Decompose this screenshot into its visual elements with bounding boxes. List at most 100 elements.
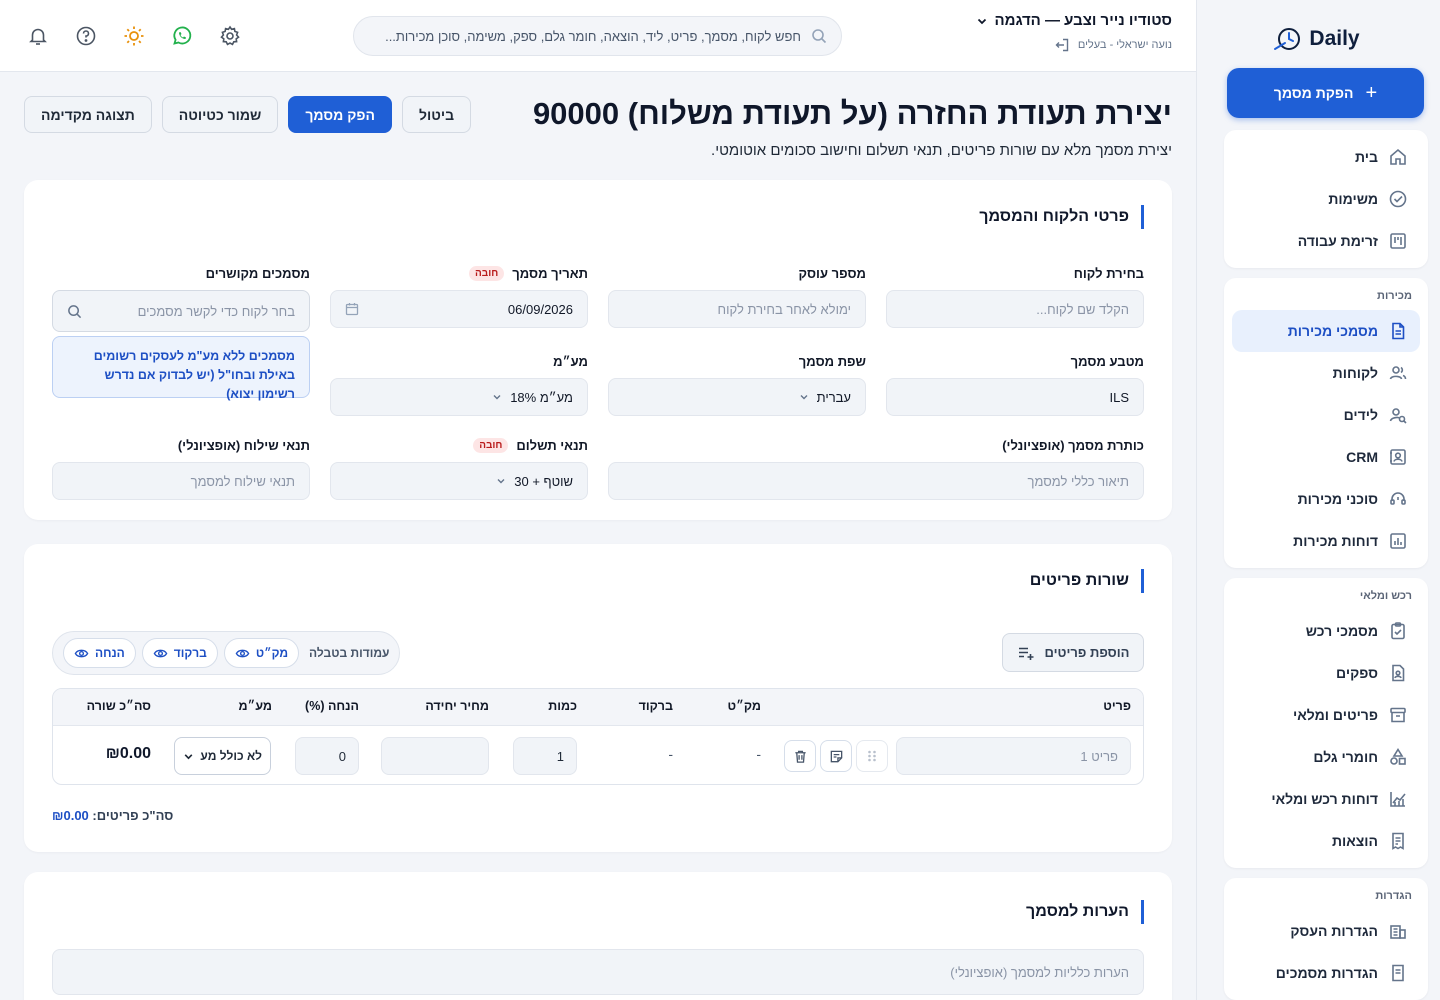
sidebar-item-label: CRM [1346, 449, 1378, 465]
toggle-discount-column[interactable]: הנחה [63, 638, 136, 668]
drag-handle[interactable] [856, 740, 888, 772]
customer-select[interactable]: הקלד שם לקוח... [886, 290, 1144, 328]
sidebar-item-purchase-docs[interactable]: מסמכי רכש [1232, 610, 1420, 652]
field-label: בחירת לקוח [1073, 265, 1144, 281]
col-line-total: סה״כ שורה [86, 699, 151, 713]
logo[interactable]: Daily [1209, 0, 1424, 68]
payment-terms-select[interactable]: שוטף + 30 [330, 462, 588, 500]
user-role-label: נועה ישראלי - בעלים [1077, 39, 1172, 51]
field-label: כותרת מסמך (אופציונלי) [1002, 437, 1144, 453]
discount-input[interactable]: 0 [295, 737, 359, 775]
sidebar-item-purchase-reports[interactable]: דוחות רכש ומלאי [1232, 778, 1420, 820]
search-input[interactable]: חפש לקוח, מסמך, פריט, ליד, הוצאה, חומר ג… [385, 29, 801, 44]
unit-price-input[interactable] [381, 737, 489, 775]
col-barcode: ברקוד [638, 699, 673, 713]
kanban-icon [1390, 233, 1406, 249]
field-label: תנאי שילוח (אופציונלי) [177, 437, 310, 453]
whatsapp-icon[interactable] [170, 24, 194, 48]
logout-icon[interactable] [1054, 37, 1070, 53]
gear-icon[interactable] [218, 24, 242, 48]
vat-info-note: מסמכים ללא מע"מ לעסקים רשומים באילת ובחו… [52, 336, 310, 401]
items-table: פריט מק״ט ברקוד כמות מחיר יחידה הנחה (%)… [52, 688, 1144, 785]
sun-icon[interactable] [122, 24, 146, 48]
logo-text: Daily [1309, 27, 1360, 50]
fields-row-3: כותרת מסמך (אופציונלי) תיאור כללי למסמך … [52, 434, 1144, 500]
sidebar-item-label: ספקים [1336, 665, 1378, 681]
sidebar-item-customers[interactable]: לקוחות [1232, 352, 1420, 394]
currency-field[interactable]: ILS [886, 378, 1144, 416]
dealer-number-field[interactable]: ימולא לאחר בחירת לקוח [608, 290, 866, 328]
fields-row-2: מטבע מסמך ILS שפת מסמך עברית מע״מ מע״מ 1… [52, 336, 1144, 416]
sidebar-item-leads[interactable]: לידים [1232, 394, 1420, 436]
page-subtitle: יצירת מסמך מלא עם שורות פריטים, תנאי תשל… [711, 142, 1172, 159]
language-select[interactable]: עברית [608, 378, 866, 416]
cancel-button[interactable]: ביטול [401, 96, 472, 133]
date-field[interactable]: 06/09/2026 [330, 290, 588, 328]
sidebar-item-agents[interactable]: סוכני מכירות [1232, 478, 1420, 520]
save-draft-button[interactable]: שמור כטיוטה [161, 96, 279, 133]
file-user-icon [1392, 664, 1405, 682]
sidebar-item-document-settings[interactable]: הגדרות מסמכים [1232, 952, 1420, 994]
search-icon [812, 29, 827, 44]
chevron-down-icon [978, 18, 987, 24]
items-total-label: סה"כ פריטים: [92, 808, 174, 823]
receipt-icon [1392, 832, 1404, 850]
sidebar-item-sales-docs[interactable]: מסמכי מכירות [1232, 310, 1420, 352]
preview-button[interactable]: תצוגה מקדימה [24, 96, 152, 133]
vat-select[interactable]: מע״מ 18% [330, 378, 588, 416]
sidebar-item-tasks[interactable]: משימות [1232, 178, 1420, 220]
related-docs-field[interactable]: בחר לקוח כדי לקשר מסמכים [52, 290, 310, 332]
sidebar-item-business-settings[interactable]: הגדרות העסק [1232, 910, 1420, 952]
sidebar-item-expenses[interactable]: הוצאות [1232, 820, 1420, 862]
item-note-button[interactable] [820, 740, 852, 772]
col-discount: הנחה (%) [305, 699, 359, 713]
eye-icon [235, 649, 250, 657]
vat-row-select[interactable]: לא כולל מע [174, 737, 271, 775]
add-items-button[interactable]: הוספת פריטים [1002, 633, 1144, 672]
nav-group-purchasing: רכש ומלאי מסמכי רכש ספקים פריטים ומלאי ח… [1224, 578, 1428, 868]
col-sku: מק״ט [727, 699, 761, 713]
chip-label: מק״ט [255, 646, 289, 660]
business-switcher[interactable]: סטודיו נייר וצבע — הדגמה נועה ישראלי - ב… [976, 12, 1172, 53]
shipping-terms-field[interactable]: תנאי שילוח למסמך [52, 462, 310, 500]
sidebar-item-sales-reports[interactable]: דוחות מכירות [1232, 520, 1420, 562]
section-title: הערות למסמך [1026, 900, 1144, 924]
issue-document-button[interactable]: + הפקת מסמך [1227, 68, 1424, 118]
date-value: 06/09/2026 [507, 301, 573, 317]
sidebar-item-crm[interactable]: CRM [1232, 436, 1420, 478]
calendar-icon[interactable] [345, 302, 359, 316]
sidebar-item-inventory[interactable]: פריטים ומלאי [1232, 694, 1420, 736]
sidebar-item-label: פריטים ומלאי [1293, 707, 1378, 723]
sidebar-item-raw-materials[interactable]: חומרי גלם [1232, 736, 1420, 778]
delete-row-button[interactable] [784, 740, 816, 772]
issue-button[interactable]: הפק מסמך [288, 96, 392, 133]
section-title: פרטי הלקוח והמסמך [979, 205, 1144, 229]
clipboard-check-icon [1391, 622, 1405, 640]
eye-icon [153, 649, 168, 657]
sidebar-item-suppliers[interactable]: ספקים [1232, 652, 1420, 694]
items-total-value: ₪0.00 [52, 808, 89, 823]
sidebar-item-label: זרימת עבודה [1297, 233, 1378, 249]
toggle-sku-column[interactable]: מק״ט [223, 638, 300, 668]
chevron-down-icon [497, 479, 505, 484]
toggle-barcode-column[interactable]: ברקוד [141, 638, 218, 668]
sidebar-item-home[interactable]: בית [1232, 136, 1420, 178]
drag-handle-icon [868, 750, 876, 762]
item-input[interactable]: פריט 1 [896, 737, 1131, 775]
items-panel: שורות פריטים הוספת פריטים עמודות בטבלה מ… [24, 544, 1172, 852]
document-title-field[interactable]: תיאור כללי למסמך [608, 462, 1144, 500]
sidebar-item-label: מסמכי מכירות [1287, 323, 1378, 339]
qty-input[interactable]: 1 [513, 737, 577, 775]
notes-textarea[interactable]: הערות כלליות למסמך (אופציונלי) [52, 949, 1144, 995]
customer-details-panel: פרטי הלקוח והמסמך בחירת לקוח הקלד שם לקו… [24, 180, 1172, 520]
bell-icon[interactable] [26, 24, 50, 48]
help-icon[interactable] [74, 24, 98, 48]
payment-label-row: תנאי תשלום חובה [330, 434, 588, 456]
sidebar-item-workflow[interactable]: זרימת עבודה [1232, 220, 1420, 262]
note-icon [830, 750, 842, 762]
business-name: סטודיו נייר וצבע — הדגמה [994, 12, 1172, 29]
field-label: שפת מסמך [798, 353, 866, 369]
global-search[interactable]: חפש לקוח, מסמך, פריט, ליד, הוצאה, חומר ג… [353, 16, 842, 56]
sidebar-item-label: מסמכי רכש [1305, 623, 1378, 639]
chip-label: הנחה [95, 646, 125, 660]
